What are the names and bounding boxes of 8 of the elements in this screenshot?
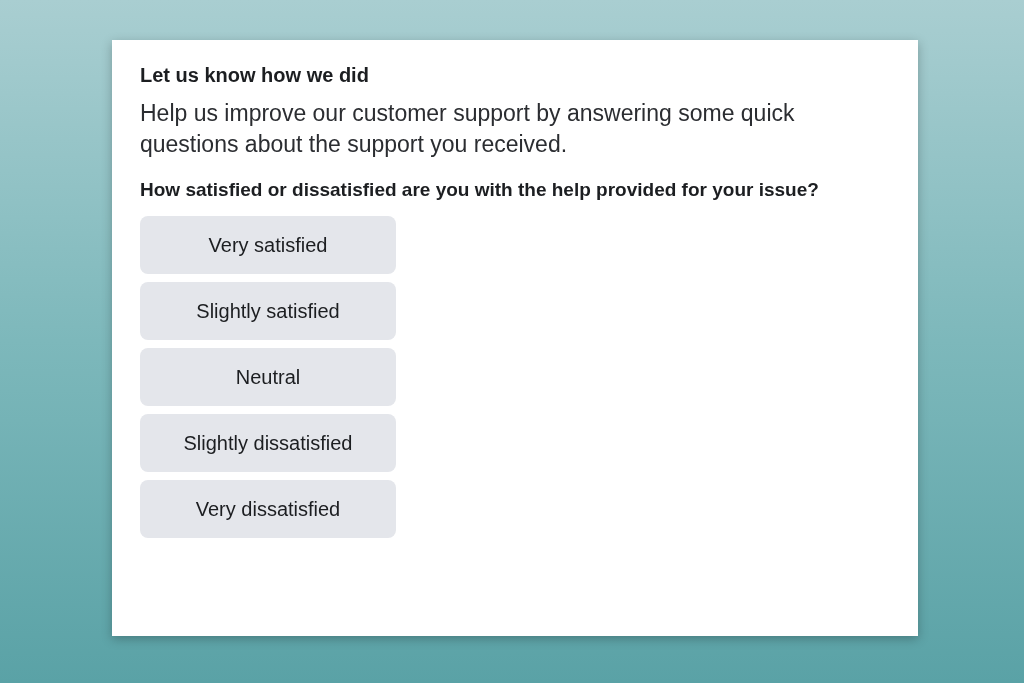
survey-title: Let us know how we did: [140, 63, 370, 88]
answer-option[interactable]: Very dissatisfied: [140, 479, 396, 538]
answer-option[interactable]: Very satisfied: [140, 215, 396, 274]
answer-option[interactable]: Neutral: [140, 347, 396, 406]
survey-question: How satisfied or dissatisfied are you with the help provided for your issue?: [140, 178, 820, 202]
survey-description: Help us improve our customer support by answering some quick questions about the support you received.: [140, 99, 796, 160]
answer-option[interactable]: Slightly dissatisfied: [140, 413, 396, 472]
answer-option[interactable]: Slightly satisfied: [140, 281, 396, 340]
